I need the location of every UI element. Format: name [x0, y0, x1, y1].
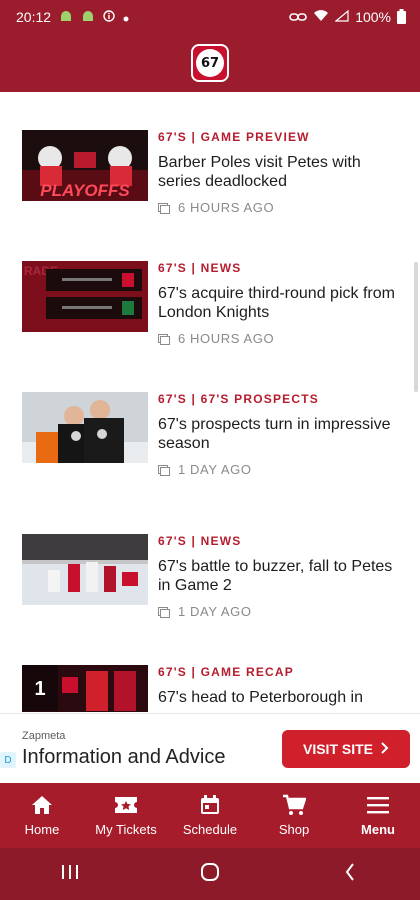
- home-circle-icon: [200, 862, 220, 887]
- ticket-icon: [114, 794, 138, 816]
- article-category: 67's | News: [158, 261, 242, 275]
- ad-provider: Zapmeta: [22, 730, 66, 742]
- link-icon: [289, 11, 307, 24]
- article-category: 67's | Game Recap: [158, 665, 294, 679]
- bottom-nav: Home My Tickets Schedule Shop Menu: [0, 783, 420, 848]
- article-category: 67's | Game Preview: [158, 130, 310, 144]
- visit-site-label: VISIT SITE: [302, 741, 373, 757]
- article-category: 67's | News: [158, 534, 242, 548]
- info-icon: [103, 10, 115, 24]
- article-thumbnail: 1: [22, 665, 148, 712]
- article-time: 6 HOURS AGO: [178, 331, 275, 346]
- calendar-icon: [198, 794, 222, 816]
- wifi-icon: [313, 10, 329, 24]
- article-category: 67's | 67's Prospects: [158, 392, 319, 406]
- article-card[interactable]: RADE 67's | News 67's acquire third-roun…: [22, 261, 402, 351]
- nav-menu-label: Menu: [361, 822, 395, 837]
- status-time: 20:12: [16, 9, 52, 25]
- nav-shop[interactable]: Shop: [252, 783, 336, 848]
- recent-apps-icon: [61, 864, 79, 885]
- android-icon-2: [81, 10, 95, 24]
- article-icon: [158, 606, 170, 618]
- article-icon: [158, 464, 170, 476]
- article-card[interactable]: PLAYOFFS 67's | Game Preview Barber Pole…: [22, 130, 402, 220]
- nav-shop-label: Shop: [278, 822, 310, 837]
- battery-percentage: 100%: [355, 9, 391, 25]
- scrollbar-thumb[interactable]: [414, 262, 418, 392]
- signal-icon: [334, 9, 349, 24]
- menu-icon: [366, 794, 390, 816]
- article-headline[interactable]: 67's acquire third-round pick from Londo…: [158, 284, 398, 322]
- notification-dot-icon: [123, 11, 129, 24]
- article-thumbnail: RADE: [22, 261, 148, 332]
- article-card[interactable]: 67's | News 67's battle to buzzer, fall …: [22, 534, 402, 624]
- article-card[interactable]: 1 67's | Game Recap 67's head to Peterbo…: [22, 665, 402, 712]
- nav-menu[interactable]: Menu: [336, 783, 420, 848]
- home-icon: [30, 794, 54, 816]
- news-feed[interactable]: PLAYOFFS 67's | Game Preview Barber Pole…: [0, 92, 420, 712]
- thumbnail-caption: PLAYOFFS: [40, 181, 130, 200]
- article-time: 6 HOURS AGO: [178, 200, 275, 215]
- article-headline[interactable]: 67's battle to buzzer, fall to Petes in …: [158, 557, 398, 595]
- nav-my-tickets[interactable]: My Tickets: [84, 783, 168, 848]
- article-icon: [158, 202, 170, 214]
- article-headline[interactable]: Barber Poles visit Petes with series dea…: [158, 153, 398, 191]
- back-button[interactable]: [320, 854, 380, 894]
- nav-my-tickets-label: My Tickets: [95, 822, 157, 837]
- article-time: 1 DAY AGO: [178, 604, 252, 619]
- team-logo[interactable]: 67: [191, 44, 229, 82]
- home-system-button[interactable]: [180, 854, 240, 894]
- app-header: 67: [0, 34, 420, 92]
- ad-title[interactable]: Information and Advice: [22, 746, 225, 769]
- ad-badge[interactable]: D: [0, 752, 16, 768]
- back-chevron-icon: [345, 862, 355, 886]
- article-headline[interactable]: 67's prospects turn in impressive season: [158, 415, 398, 453]
- ad-banner[interactable]: D Zapmeta Information and Advice VISIT S…: [0, 713, 420, 783]
- article-card[interactable]: 67's | 67's Prospects 67's prospects tur…: [22, 392, 402, 482]
- nav-schedule-label: Schedule: [182, 822, 238, 837]
- article-thumbnail: PLAYOFFS: [22, 130, 148, 201]
- article-icon: [158, 333, 170, 345]
- android-icon: [59, 10, 73, 24]
- recent-apps-button[interactable]: [40, 854, 100, 894]
- logo-text: 67: [196, 49, 224, 77]
- system-nav-bar: [0, 848, 420, 900]
- nav-schedule[interactable]: Schedule: [168, 783, 252, 848]
- article-headline[interactable]: 67's head to Peterborough in: [158, 688, 398, 707]
- cart-icon: [282, 794, 306, 816]
- nav-home[interactable]: Home: [0, 783, 84, 848]
- thumbnail-score: 1: [34, 678, 45, 700]
- article-time: 1 DAY AGO: [178, 462, 252, 477]
- article-thumbnail: [22, 534, 148, 605]
- chevron-right-icon: [381, 741, 389, 757]
- battery-icon: [397, 8, 406, 26]
- status-bar: 20:12 100%: [0, 0, 420, 34]
- nav-home-label: Home: [24, 822, 60, 837]
- visit-site-button[interactable]: VISIT SITE: [282, 730, 410, 768]
- article-thumbnail: [22, 392, 148, 463]
